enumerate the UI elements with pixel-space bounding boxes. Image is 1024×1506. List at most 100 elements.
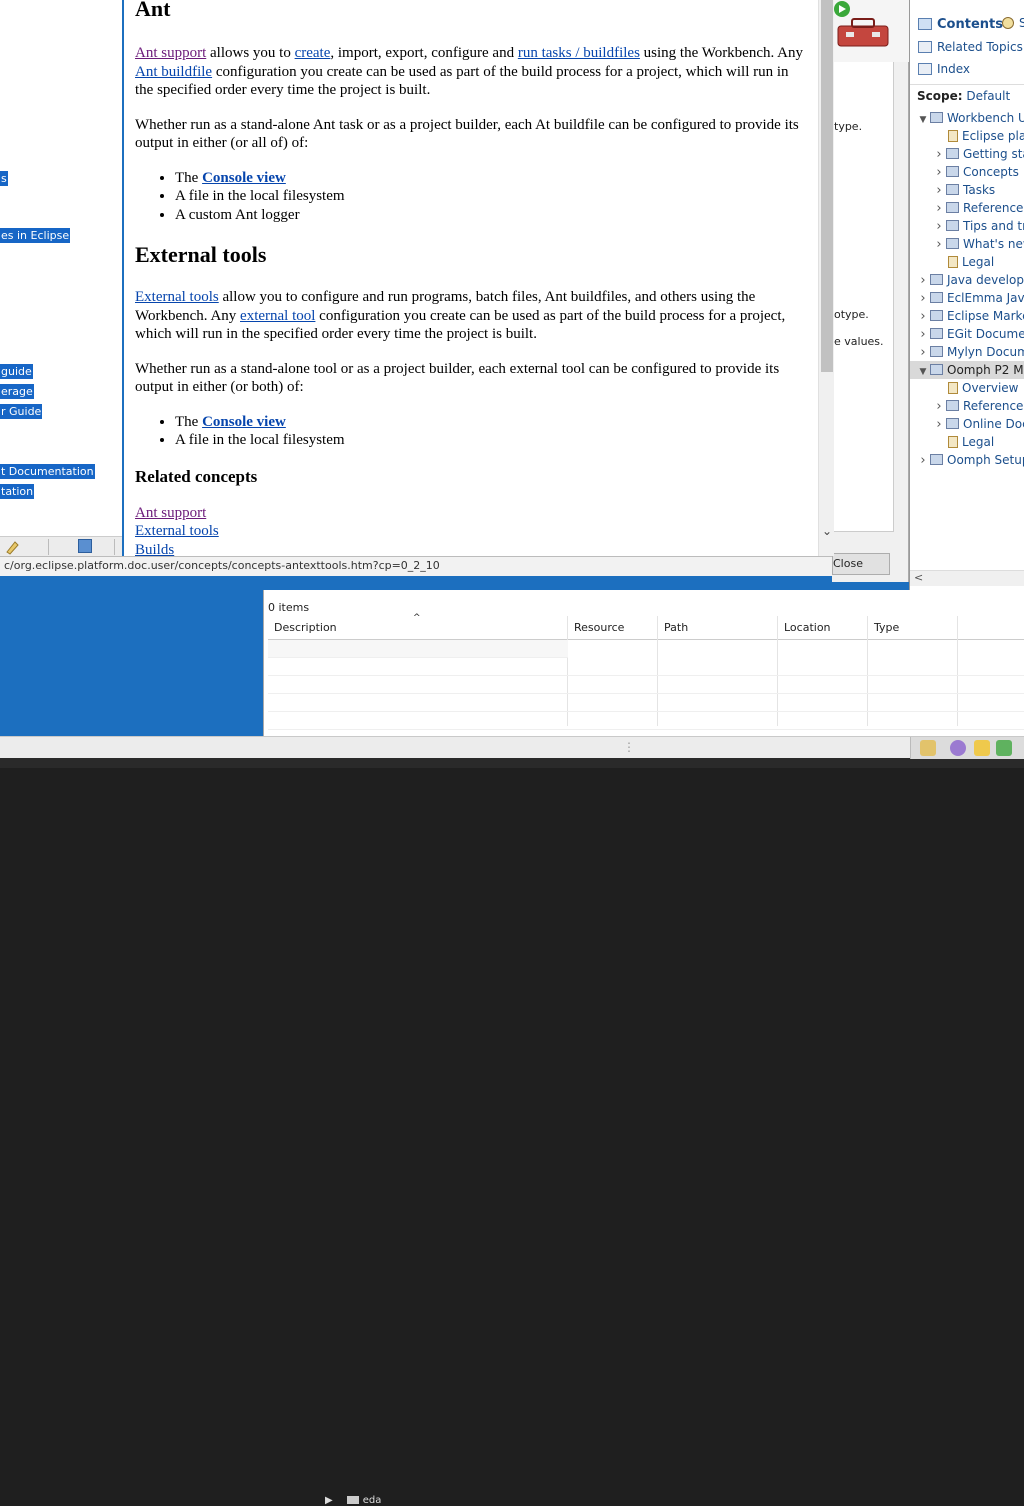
chevron-right-icon[interactable]: ›	[918, 452, 928, 470]
tree-item-label: Overview	[962, 381, 1019, 395]
link-ant-support[interactable]: Ant support	[135, 45, 206, 61]
taskbar-item[interactable]: ▶ eda	[325, 1495, 445, 1506]
tree-item[interactable]: ▼ Workbench U	[910, 109, 1024, 127]
table-row	[268, 694, 1024, 712]
link-ant-buildfile[interactable]: Ant buildfile	[135, 64, 212, 80]
tree-item-label: Java developn	[947, 273, 1024, 287]
link-run-tasks[interactable]: run tasks / buildfiles	[518, 45, 640, 61]
selected-text[interactable]: es in Eclipse	[0, 228, 71, 243]
tree-item-label: Tips and tri	[963, 219, 1024, 233]
tree-item-label: Mylyn Docum	[947, 345, 1024, 359]
highlight-icon[interactable]	[5, 539, 21, 555]
selected-text[interactable]: erage	[0, 384, 34, 399]
scrollbar-thumb[interactable]	[821, 0, 833, 372]
vertical-scrollbar[interactable]: ⌄	[818, 0, 834, 556]
tree-item[interactable]: Eclipse plat	[910, 127, 1024, 145]
chevron-right-icon[interactable]: ›	[918, 308, 928, 326]
ant-paragraph-2: Whether run as a stand-alone Ant task or…	[135, 116, 799, 152]
chevron-right-icon[interactable]: ›	[934, 236, 944, 254]
link-console-view[interactable]: Console view	[202, 414, 286, 430]
chevron-right-icon[interactable]: ›	[934, 182, 944, 200]
page-icon	[948, 130, 958, 142]
tab-search[interactable]: S	[1002, 16, 1024, 30]
tree-item-label: Tasks	[963, 183, 996, 197]
tree-item-label: Legal	[962, 255, 995, 269]
list-item: The Console view	[175, 413, 810, 432]
list-item: A file in the local filesystem	[175, 187, 810, 206]
close-button[interactable]: Close	[832, 553, 890, 575]
tree-item[interactable]: › Concepts	[910, 163, 1024, 181]
tree-item-label: Legal	[962, 435, 995, 449]
selected-text[interactable]: t Documentation	[0, 464, 95, 479]
tab-related-topics[interactable]: Related Topics	[918, 40, 1023, 54]
selected-text[interactable]: s	[0, 171, 8, 186]
tree-item[interactable]: Legal	[910, 253, 1024, 271]
tree-item[interactable]: Overview	[910, 379, 1024, 397]
link-create[interactable]: create	[295, 45, 331, 61]
tree-item[interactable]: › Oomph Setup	[910, 451, 1024, 469]
column-path[interactable]: Path	[664, 621, 688, 634]
chevron-right-icon[interactable]: ›	[934, 200, 944, 218]
tree-item[interactable]: › Reference	[910, 199, 1024, 217]
chevron-right-icon[interactable]: ›	[918, 290, 928, 308]
status-toolbar: ⋮	[0, 736, 1024, 759]
heading-related-concepts: Related concepts	[135, 466, 258, 486]
forward-icon[interactable]	[996, 740, 1012, 756]
tab-index[interactable]: Index	[918, 62, 970, 76]
column-type[interactable]: Type	[874, 621, 899, 634]
dialog-text: type.	[834, 120, 863, 133]
tree-item[interactable]: ▼ Oomph P2 Ma	[910, 361, 1024, 379]
book-icon	[930, 328, 943, 339]
chevron-right-icon[interactable]: ›	[934, 164, 944, 182]
tree-item[interactable]: › Reference	[910, 397, 1024, 415]
chevron-right-icon[interactable]: ›	[934, 398, 944, 416]
scope-value[interactable]: Default	[966, 89, 1010, 103]
chevron-right-icon[interactable]: ›	[918, 272, 928, 290]
chevron-right-icon[interactable]: ›	[934, 416, 944, 434]
tree-item[interactable]: › Tips and tri	[910, 217, 1024, 235]
tips-icon[interactable]	[974, 740, 990, 756]
link-external-tool[interactable]: external tool	[240, 308, 315, 324]
help-icon[interactable]	[950, 740, 966, 756]
tree-item[interactable]: › Tasks	[910, 181, 1024, 199]
column-location[interactable]: Location	[784, 621, 831, 634]
problems-count: 0 items	[268, 601, 310, 614]
selected-text[interactable]: r Guide	[0, 404, 43, 419]
tree-item[interactable]: › Online Doc	[910, 415, 1024, 433]
tree-item[interactable]: › Getting sta	[910, 145, 1024, 163]
tab-contents[interactable]: Contents	[918, 17, 1003, 32]
tree-item[interactable]: › EclEmma Java	[910, 289, 1024, 307]
chevron-right-icon[interactable]: ›	[934, 218, 944, 236]
scroll-down-icon[interactable]: ⌄	[819, 524, 835, 542]
link-console-view[interactable]: Console view	[202, 170, 286, 186]
bookmark-icon[interactable]	[920, 740, 936, 756]
drag-handle-icon[interactable]: ⋮	[623, 740, 635, 754]
scope-selector[interactable]: Scope: Default	[917, 89, 1010, 103]
chevron-right-icon[interactable]: ›	[918, 344, 928, 362]
horizontal-scrollbar[interactable]: <	[910, 570, 1024, 586]
selected-text[interactable]: tation	[0, 484, 35, 499]
tree-item[interactable]: Legal	[910, 433, 1024, 451]
related-link-external-tools[interactable]: External tools	[135, 522, 810, 541]
tree-item[interactable]: › EGit Documer	[910, 325, 1024, 343]
related-link-ant-support[interactable]: Ant support	[135, 504, 810, 523]
book-icon[interactable]	[78, 539, 92, 553]
tree-item[interactable]: › Eclipse Marke	[910, 307, 1024, 325]
tree-item-label: Getting sta	[963, 147, 1024, 161]
page-icon	[948, 382, 958, 394]
column-resource[interactable]: Resource	[574, 621, 624, 634]
scroll-left-icon[interactable]: <	[914, 571, 923, 584]
chevron-right-icon[interactable]: ›	[934, 146, 944, 164]
selected-text[interactable]: guide	[0, 364, 33, 379]
tree-item[interactable]: › Mylyn Docum	[910, 343, 1024, 361]
chevron-right-icon[interactable]: ›	[918, 326, 928, 344]
related-link-builds[interactable]: Builds	[135, 541, 810, 557]
left-toolbar	[0, 536, 122, 556]
tree-item[interactable]: › Java developn	[910, 271, 1024, 289]
column-description[interactable]: Description	[274, 621, 337, 634]
tree-item-label: Oomph P2 Ma	[947, 363, 1024, 377]
link-external-tools[interactable]: External tools	[135, 289, 219, 305]
book-icon	[946, 418, 959, 429]
problems-table-header: Description ^ Resource Path Location Typ…	[268, 613, 1024, 640]
tree-item[interactable]: › What's new	[910, 235, 1024, 253]
